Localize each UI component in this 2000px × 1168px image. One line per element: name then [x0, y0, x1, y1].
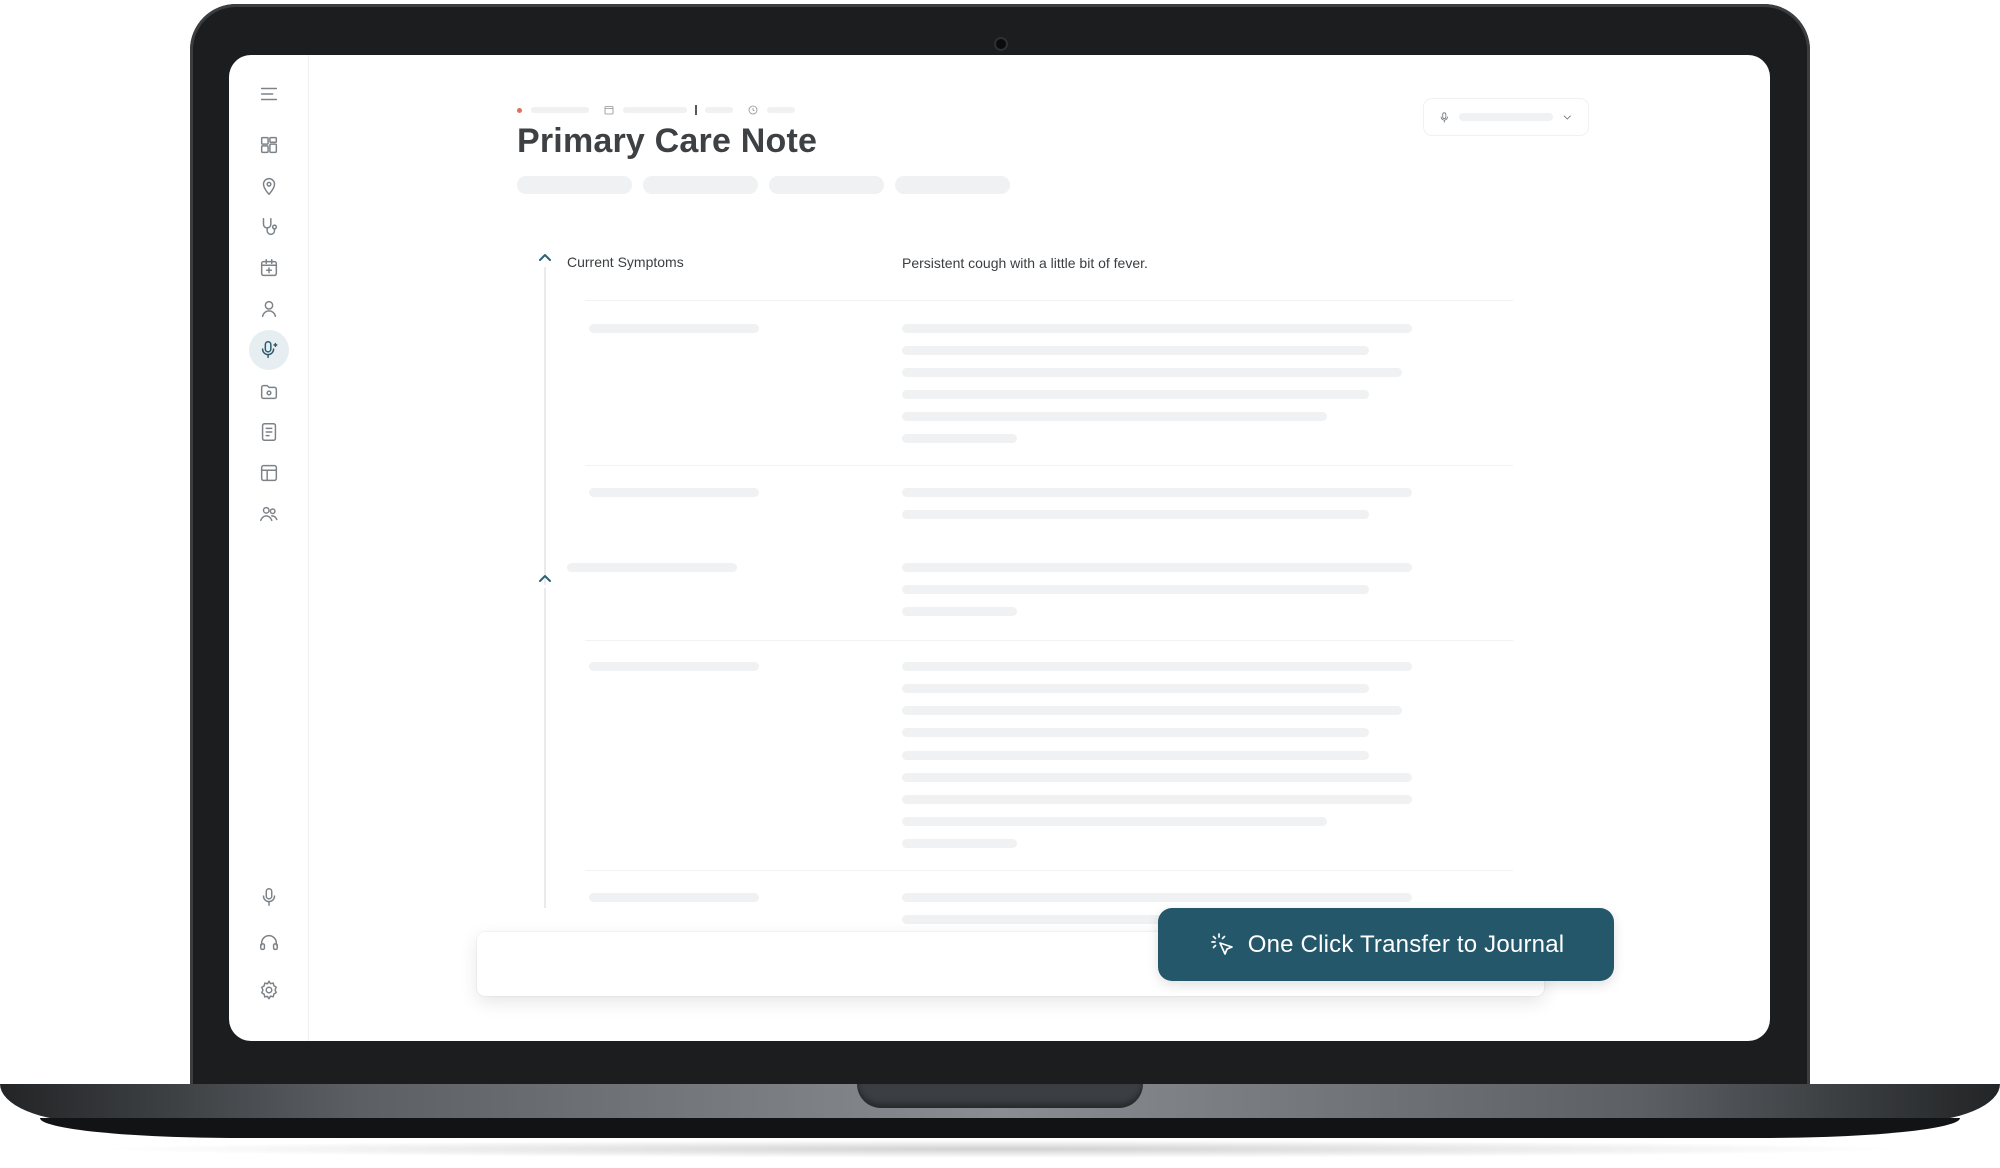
transfer-to-journal-label: One Click Transfer to Journal [1247, 930, 1565, 958]
location-pin-icon [262, 178, 276, 195]
status-dot [517, 107, 522, 113]
menu-icon [260, 87, 278, 101]
meta-placeholder [531, 107, 589, 113]
microphone-icon [262, 888, 276, 906]
user-icon [261, 300, 277, 318]
row-divider [585, 300, 1513, 301]
meta-separator [695, 105, 697, 115]
microphone-small-icon [1440, 111, 1448, 123]
text-placeholder [902, 585, 1369, 594]
microphone-ai-icon [261, 341, 278, 359]
laptop-base-underside [40, 1118, 1960, 1138]
section-line [544, 267, 546, 585]
settings-icon [261, 980, 277, 1000]
text-placeholder [902, 893, 1412, 902]
time-placeholder [705, 107, 733, 113]
field-label: Current Symptoms [567, 254, 684, 270]
headset-icon [260, 935, 278, 951]
text-placeholder [902, 607, 1017, 616]
text-placeholder [902, 662, 1412, 671]
laptop-shadow [90, 1140, 1910, 1158]
sidebar-item-recording[interactable] [249, 330, 289, 370]
dashboard-icon [260, 136, 278, 154]
label-placeholder [589, 893, 759, 902]
text-placeholder [902, 368, 1402, 377]
label-placeholder [589, 488, 759, 497]
click-cursor-icon [1210, 932, 1233, 955]
stethoscope-icon [262, 218, 278, 236]
collapse-section-button[interactable] [537, 250, 553, 262]
label-placeholder [589, 662, 759, 671]
row-divider [585, 640, 1513, 641]
tag-pill[interactable] [643, 176, 758, 194]
calendar-icon [260, 259, 278, 277]
row-divider [585, 870, 1513, 871]
app-screen: Primary Care Note Current Symptoms Persi… [229, 55, 1770, 1041]
sidebar-item-calendar[interactable] [249, 248, 289, 288]
text-placeholder [902, 751, 1369, 760]
tag-pill[interactable] [517, 176, 632, 194]
calendar-small-icon [604, 106, 614, 115]
text-placeholder [902, 510, 1369, 519]
document-icon [261, 423, 277, 441]
folder-icon [260, 384, 278, 400]
microphone-selector-placeholder [1458, 113, 1554, 121]
row-divider [585, 465, 1513, 466]
field-value[interactable]: Persistent cough with a little bit of fe… [902, 255, 1148, 271]
text-placeholder [902, 839, 1017, 848]
sidebar-item-files[interactable] [249, 372, 289, 412]
text-placeholder [902, 390, 1369, 399]
tag-pill[interactable] [895, 176, 1010, 194]
table-icon [260, 464, 278, 482]
tag-pills [517, 176, 1010, 194]
date-placeholder [623, 107, 687, 113]
duration-placeholder [767, 107, 795, 113]
sidebar-item-team[interactable] [249, 494, 289, 534]
section-line [544, 588, 546, 908]
text-placeholder [902, 684, 1369, 693]
sidebar-item-clinical[interactable] [249, 207, 289, 247]
page-title: Primary Care Note [517, 122, 818, 160]
note-meta-row [517, 103, 795, 117]
label-placeholder [589, 324, 759, 333]
text-placeholder [902, 324, 1412, 333]
sidebar-item-dictation[interactable] [249, 877, 289, 917]
transfer-to-journal-button[interactable]: One Click Transfer to Journal [1158, 908, 1614, 981]
menu-toggle-button[interactable] [249, 74, 289, 114]
text-placeholder [902, 563, 1412, 572]
collapse-section-button[interactable] [537, 571, 553, 583]
text-placeholder [902, 706, 1402, 715]
chevron-up-icon [539, 575, 551, 582]
label-placeholder [567, 563, 737, 572]
clock-icon [748, 105, 758, 115]
text-placeholder [902, 346, 1369, 355]
sidebar [229, 55, 309, 1041]
text-placeholder [902, 817, 1327, 826]
text-placeholder [902, 795, 1412, 804]
text-placeholder [902, 728, 1369, 737]
microphone-selector[interactable] [1423, 98, 1589, 136]
tag-pill[interactable] [769, 176, 884, 194]
sidebar-item-documents[interactable] [249, 412, 289, 452]
sidebar-item-support[interactable] [249, 923, 289, 963]
laptop-hinge-notch [857, 1084, 1143, 1108]
chevron-down-icon [1564, 115, 1572, 120]
sidebar-item-settings[interactable] [249, 970, 289, 1010]
text-placeholder [902, 434, 1017, 443]
text-placeholder [902, 412, 1327, 421]
chevron-up-icon [539, 254, 551, 261]
users-icon [260, 506, 278, 522]
sidebar-item-dashboard[interactable] [249, 125, 289, 165]
sidebar-item-location[interactable] [249, 166, 289, 206]
text-placeholder [902, 488, 1412, 497]
text-placeholder [902, 773, 1412, 782]
laptop-camera [994, 37, 1008, 51]
sidebar-item-tables[interactable] [249, 453, 289, 493]
sidebar-item-patient[interactable] [249, 289, 289, 329]
